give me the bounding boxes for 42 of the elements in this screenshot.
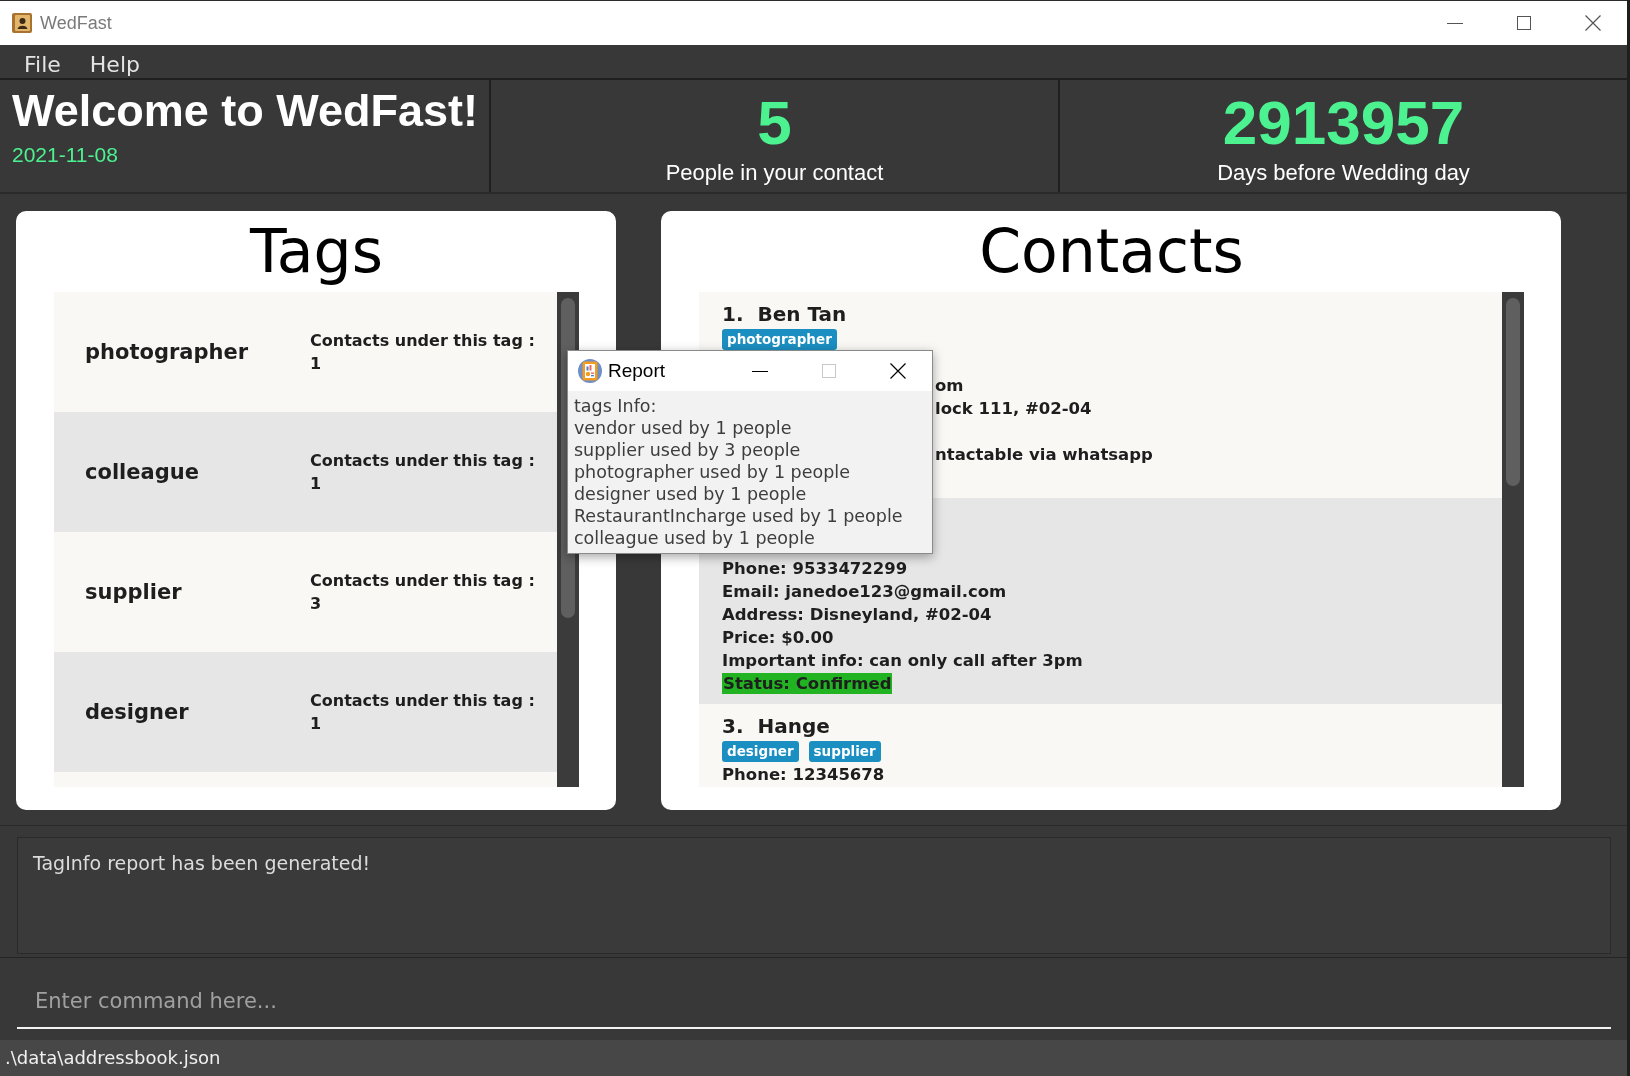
- contact-price: Price: $0.00: [722, 627, 834, 649]
- stat-value: 5: [757, 90, 792, 156]
- contact-name: Hange: [757, 713, 830, 739]
- result-message: TagInfo report has been generated!: [33, 852, 371, 874]
- contact-tag: photographer: [722, 328, 837, 350]
- tag-count-caption: Contacts under this tag :: [310, 330, 535, 352]
- contact-address: Address: Disneyland, #02-04: [722, 604, 992, 626]
- panel-title: Tags: [250, 215, 383, 288]
- stat-label: People in your contact: [665, 159, 884, 187]
- date-text: 2021-11-08: [12, 143, 118, 167]
- report-line: tags Info:: [574, 395, 657, 417]
- contact-email: om: [935, 375, 964, 397]
- tag-count: 1: [310, 473, 322, 495]
- tag-count-caption: Contacts under this tag :: [310, 690, 535, 712]
- contact-phone: Phone: 9533472299: [722, 558, 908, 580]
- stat-label: Days before Wedding day: [1217, 159, 1470, 187]
- tag-count: 1: [310, 713, 322, 735]
- tag-name: designer: [85, 700, 189, 724]
- tag-count: 1: [310, 353, 322, 375]
- contact-index: 3.: [722, 713, 744, 739]
- window-title: WedFast: [40, 12, 112, 34]
- contact-address: lock 111, #02-04: [935, 398, 1092, 420]
- contact-info: ntactable via whatsapp: [935, 444, 1153, 466]
- welcome-heading: Welcome to WedFast!: [12, 85, 478, 137]
- contact-info: Important info: can only call after 3pm: [722, 650, 1083, 672]
- contact-tag: supplier: [808, 740, 881, 762]
- stat-value: 2913957: [1222, 90, 1465, 156]
- tag-name: supplier: [85, 580, 182, 604]
- file-path: .\data\addressbook.json: [5, 1047, 221, 1068]
- tag-name: colleague: [85, 460, 199, 484]
- panel-title: Contacts: [979, 215, 1244, 288]
- contact-email: Email: janedoe123@gmail.com: [722, 581, 1007, 603]
- contact-index: 1.: [722, 301, 744, 327]
- tag-count-caption: Contacts under this tag :: [310, 450, 535, 472]
- window-title: Report: [608, 360, 666, 382]
- contact-tag: designer: [722, 740, 799, 762]
- contact-status: Status: Confirmed: [722, 673, 893, 694]
- contact-phone: Phone: 12345678: [722, 764, 885, 786]
- tag-name: photographer: [85, 340, 249, 364]
- tag-count: 3: [310, 593, 322, 615]
- tag-count-caption: Contacts under this tag :: [310, 570, 535, 592]
- contact-name: Ben Tan: [757, 301, 847, 327]
